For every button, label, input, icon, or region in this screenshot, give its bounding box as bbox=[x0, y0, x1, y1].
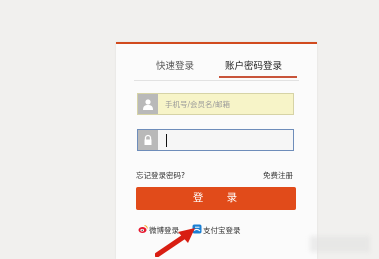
password-field[interactable] bbox=[137, 129, 294, 151]
lock-icon bbox=[138, 130, 158, 150]
username-field[interactable]: 手机号/会员名/邮箱 bbox=[137, 93, 294, 115]
user-icon bbox=[138, 94, 158, 114]
register-link[interactable]: 免费注册 bbox=[263, 170, 293, 181]
forgot-password-link[interactable]: 忘记登录密码? bbox=[136, 170, 185, 181]
login-button[interactable]: 登 录 bbox=[136, 187, 296, 210]
tab-divider bbox=[134, 80, 299, 81]
alipay-login-link[interactable]: 支付宝登录 bbox=[192, 224, 241, 236]
watermark bbox=[310, 236, 370, 252]
text-caret bbox=[166, 134, 167, 147]
tab-quick-login[interactable]: 快速登录 bbox=[156, 58, 194, 72]
active-tab-indicator bbox=[219, 76, 297, 78]
red-arrow-annotation bbox=[155, 228, 195, 257]
weibo-icon bbox=[138, 225, 148, 233]
login-tabs: 快速登录 账户密码登录 bbox=[116, 44, 317, 80]
login-panel: 快速登录 账户密码登录 手机号/会员名/邮箱 忘记登录密码? 免费注册 登 录 bbox=[116, 42, 317, 259]
alipay-login-label: 支付宝登录 bbox=[203, 226, 241, 235]
tab-account-login[interactable]: 账户密码登录 bbox=[225, 58, 282, 72]
username-placeholder: 手机号/会员名/邮箱 bbox=[165, 100, 231, 109]
